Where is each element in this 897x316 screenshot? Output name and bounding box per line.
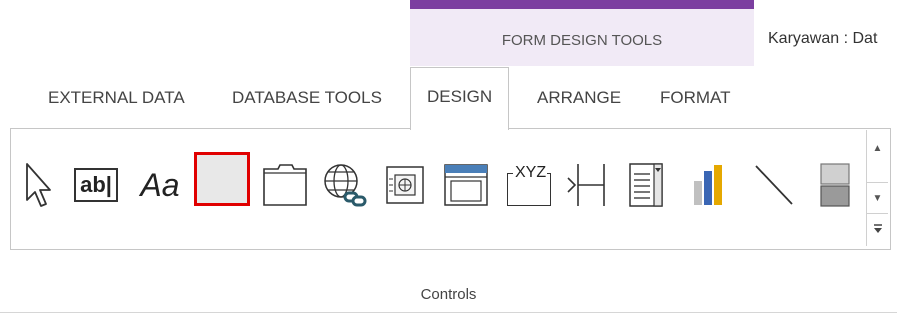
select-control[interactable] (18, 155, 58, 215)
controls-group-label: Controls (420, 286, 477, 303)
line-control[interactable] (748, 155, 800, 215)
navigation-control-icon (444, 164, 488, 206)
gallery-scrollbar[interactable]: ▲ ▼ (866, 130, 889, 246)
toggle-button-control[interactable] (812, 155, 858, 215)
combo-box-control[interactable] (620, 155, 672, 215)
ribbon-divider (0, 312, 897, 313)
document-title: Karyawan : Dat (768, 30, 878, 47)
scroll-up-icon[interactable]: ▲ (867, 136, 888, 160)
navigation-control[interactable] (440, 155, 492, 215)
label-control[interactable]: Aa (132, 155, 188, 215)
text-box-icon: ab| (74, 168, 118, 202)
label-icon: Aa (140, 166, 180, 203)
toggle-button-icon (820, 163, 850, 207)
page-break-icon (567, 164, 605, 206)
scroll-down-icon[interactable]: ▼ (867, 182, 888, 214)
tab-design[interactable]: DESIGN (410, 67, 510, 130)
tab-arrange[interactable]: ARRANGE (537, 78, 621, 118)
text-box-control[interactable]: ab| (70, 155, 122, 215)
hyperlink-icon (324, 164, 367, 207)
option-group-control[interactable]: XYZ (500, 155, 556, 215)
select-pointer-icon (26, 163, 51, 207)
combo-box-icon (629, 163, 663, 207)
gallery-more-icon[interactable] (867, 214, 888, 244)
option-group-frame-top-left (507, 173, 513, 174)
tab-format[interactable]: FORMAT (660, 78, 731, 118)
tab-external-data[interactable]: EXTERNAL DATA (48, 78, 185, 118)
option-group-icon-text: XYZ (514, 164, 548, 182)
context-tab-accent (410, 0, 754, 9)
chart-control[interactable] (684, 155, 736, 215)
text-box-icon-text: ab| (80, 172, 112, 197)
page-break-control[interactable] (562, 155, 614, 215)
more-expand-glyph (873, 224, 882, 233)
web-browser-control[interactable] (380, 155, 430, 215)
selected-control-highlight (194, 152, 250, 206)
line-icon (755, 165, 793, 205)
hyperlink-control[interactable] (318, 155, 372, 215)
tab-control-icon (263, 164, 307, 206)
web-browser-control-icon (386, 166, 424, 204)
context-tab-label: FORM DESIGN TOOLS (501, 32, 663, 49)
option-group-icon: XYZ (505, 163, 551, 207)
tab-control[interactable] (260, 155, 310, 215)
chart-icon (694, 165, 722, 205)
tab-database-tools[interactable]: DATABASE TOOLS (232, 78, 382, 118)
